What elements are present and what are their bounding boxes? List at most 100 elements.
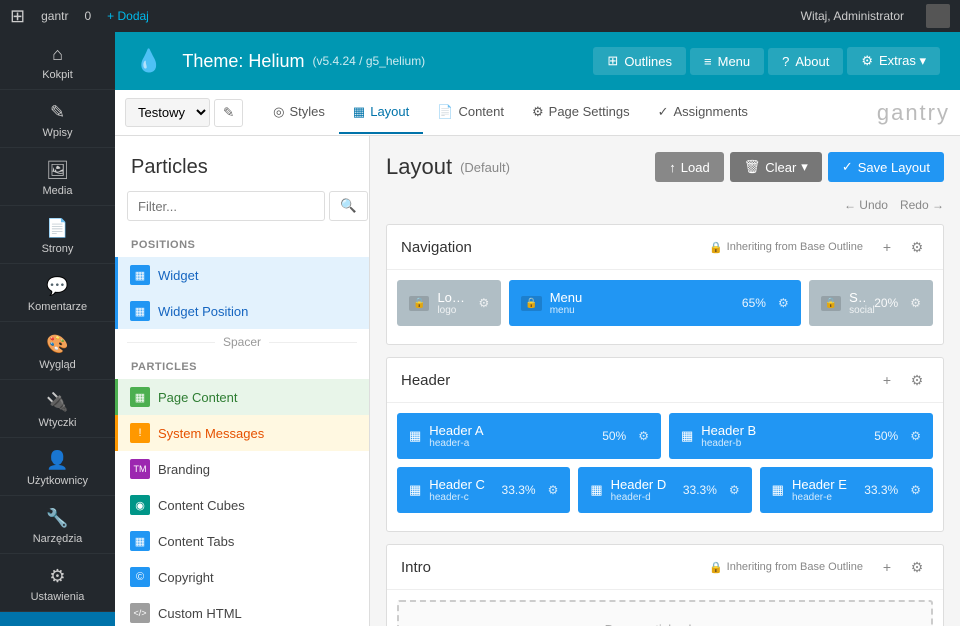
tab-page-settings[interactable]: ⚙ Page Settings — [518, 92, 644, 134]
particle-item-widget[interactable]: ▦ Widget — [115, 257, 369, 293]
particle-item-system-messages[interactable]: ! System Messages — [115, 415, 369, 451]
layout-panel: Layout (Default) ↑ Load 🗑 Clear ▾ ✓ Save… — [370, 136, 960, 626]
intro-settings-button[interactable]: ⚙ — [905, 555, 929, 579]
notifications[interactable]: 0 — [84, 9, 91, 23]
clear-button[interactable]: 🗑 Clear ▾ — [730, 152, 822, 182]
header-a-settings-icon[interactable]: ⚙ — [638, 429, 649, 443]
particle-header-d-type: header-d — [611, 492, 675, 503]
logo-settings-icon[interactable]: ⚙ — [478, 296, 489, 310]
wp-logo[interactable]: ⊞ — [10, 6, 25, 27]
particle-header-e[interactable]: ▦ Header E header-e 33.3% ⚙ — [760, 467, 933, 513]
filter-input[interactable] — [127, 191, 325, 221]
redo-button[interactable]: Redo → — [900, 198, 944, 212]
search-icon: 🔍 — [340, 198, 357, 213]
theme-nav: ⊞ Outlines ≡ Menu ? About ⚙ Extras ▾ — [593, 47, 940, 75]
outlines-button[interactable]: ⊞ Outlines — [593, 47, 686, 75]
page-content-icon: ▦ — [130, 387, 150, 407]
sidebar-item-wpisy[interactable]: ✎ Wpisy — [0, 90, 115, 148]
sidebar-item-komentarze[interactable]: 💬 Komentarze — [0, 264, 115, 322]
wpisy-icon: ✎ — [50, 102, 65, 123]
komentarze-icon: 💬 — [46, 276, 68, 297]
tab-assignments[interactable]: ✓ Assignments — [644, 92, 762, 134]
header-c-settings-icon[interactable]: ⚙ — [548, 483, 559, 497]
undo-button[interactable]: ← Undo — [844, 198, 888, 212]
sidebar-item-ustawienia[interactable]: ⚙ Ustawienia — [0, 554, 115, 612]
particle-header-c-pct: 33.3% — [502, 483, 536, 497]
particle-header-a[interactable]: ▦ Header A header-a 50% ⚙ — [397, 413, 661, 459]
lock-icon: 🔒 — [409, 296, 429, 311]
save-layout-button[interactable]: ✓ Save Layout — [828, 152, 944, 182]
header-add-button[interactable]: + — [875, 368, 899, 392]
particle-header-b[interactable]: ▦ Header B header-b 50% ⚙ — [669, 413, 933, 459]
narzedzia-icon: 🔧 — [46, 508, 68, 529]
social-settings-icon[interactable]: ⚙ — [910, 296, 921, 310]
header-settings-button[interactable]: ⚙ — [905, 368, 929, 392]
main-content: 💧 Theme: Helium (v5.4.24 / g5_helium) ⊞ … — [115, 32, 960, 626]
layout-area: Particles 🔍 Positions ▦ Widget ▦ Widget … — [115, 136, 960, 626]
particle-item-content-cubes[interactable]: ◉ Content Cubes — [115, 487, 369, 523]
sidebar-item-label: Komentarze — [28, 301, 87, 313]
undo-redo: ← Undo Redo → — [386, 198, 944, 212]
header-e-settings-icon[interactable]: ⚙ — [910, 483, 921, 497]
particle-logo[interactable]: 🔒 Logo-c-m logo ⚙ — [397, 280, 501, 326]
sidebar-item-strony[interactable]: 📄 Strony — [0, 206, 115, 264]
particle-item-custom-html[interactable]: </> Custom HTML — [115, 595, 369, 626]
outline-selector: Testowy ✎ — [125, 98, 243, 127]
particle-header-c-type: header-c — [429, 492, 493, 503]
particle-item-copyright[interactable]: © Copyright — [115, 559, 369, 595]
particle-social[interactable]: 🔒 Social social 20% ⚙ — [809, 280, 933, 326]
about-icon: ? — [782, 54, 789, 69]
system-messages-icon: ! — [130, 423, 150, 443]
sidebar-item-wyglad[interactable]: 🎨 Wygląd — [0, 322, 115, 380]
particle-item-label: Widget — [158, 268, 198, 283]
menu-button[interactable]: ≡ Menu — [690, 48, 764, 75]
section-settings-button[interactable]: ⚙ — [905, 235, 929, 259]
add-new[interactable]: + Dodaj — [107, 9, 149, 23]
particle-item-branding[interactable]: TM Branding — [115, 451, 369, 487]
tab-content[interactable]: 📄 Content — [423, 92, 518, 134]
section-intro-inherit: 🔒 Inheriting from Base Outline — [709, 561, 863, 574]
load-button[interactable]: ↑ Load — [655, 152, 723, 182]
strony-icon: 📄 — [46, 218, 68, 239]
intro-add-button[interactable]: + — [875, 555, 899, 579]
particle-header-a-name: Header A — [429, 423, 594, 438]
layout-actions: ↑ Load 🗑 Clear ▾ ✓ Save Layout — [655, 152, 944, 182]
theme-version: (v5.4.24 / g5_helium) — [312, 54, 425, 68]
extras-button[interactable]: ⚙ Extras ▾ — [847, 47, 940, 75]
particle-menu[interactable]: 🔒 Menu menu 65% ⚙ — [509, 280, 800, 326]
tab-layout[interactable]: ▦ Layout — [339, 92, 423, 134]
site-name[interactable]: gantr — [41, 9, 68, 23]
copyright-icon: © — [130, 567, 150, 587]
header-b-settings-icon[interactable]: ⚙ — [910, 429, 921, 443]
sidebar-item-label: Ustawienia — [31, 591, 85, 603]
menu-settings-icon[interactable]: ⚙ — [778, 296, 789, 310]
sidebar-item-narzedzia[interactable]: 🔧 Narzędzia — [0, 496, 115, 554]
particle-header-d[interactable]: ▦ Header D header-d 33.3% ⚙ — [578, 467, 751, 513]
sidebar-item-kokpit[interactable]: ⌂ Kokpit — [0, 32, 115, 90]
section-header-name: Header — [401, 372, 863, 389]
sidebar-item-wtyczki[interactable]: 🔌 Wtyczki — [0, 380, 115, 438]
sidebar-item-media[interactable]: 🖼 Media — [0, 148, 115, 206]
outline-select[interactable]: Testowy — [125, 98, 210, 127]
sidebar-item-uzytkownicy[interactable]: 👤 Użytkownicy — [0, 438, 115, 496]
particle-item-label: Custom HTML — [158, 606, 242, 621]
sidebar-item-label: Kokpit — [42, 69, 73, 81]
sidebar-item-helium[interactable]: ○ Helium Theme — [0, 612, 115, 626]
particle-item-content-tabs[interactable]: ▦ Content Tabs — [115, 523, 369, 559]
about-button[interactable]: ? About — [768, 48, 843, 75]
particle-item-page-content[interactable]: ▦ Page Content — [115, 379, 369, 415]
outline-edit-button[interactable]: ✎ — [214, 99, 243, 127]
filter-search-button[interactable]: 🔍 — [329, 191, 368, 221]
header-d-settings-icon[interactable]: ⚙ — [729, 483, 740, 497]
sidebar: ⌂ Kokpit ✎ Wpisy 🖼 Media 📄 Strony 💬 Kome… — [0, 32, 115, 626]
tab-styles[interactable]: ◎ Styles — [259, 92, 339, 134]
positions-section-title: Positions — [115, 233, 369, 257]
section-add-button[interactable]: + — [875, 235, 899, 259]
particle-header-e-type: header-e — [792, 492, 856, 503]
lock-icon: 🔒 — [521, 296, 541, 311]
save-icon: ✓ — [842, 159, 853, 175]
layout-icon: ▦ — [353, 104, 365, 120]
particle-item-widget-position[interactable]: ▦ Widget Position — [115, 293, 369, 329]
particle-header-a-type: header-a — [429, 438, 594, 449]
particle-header-c[interactable]: ▦ Header C header-c 33.3% ⚙ — [397, 467, 570, 513]
